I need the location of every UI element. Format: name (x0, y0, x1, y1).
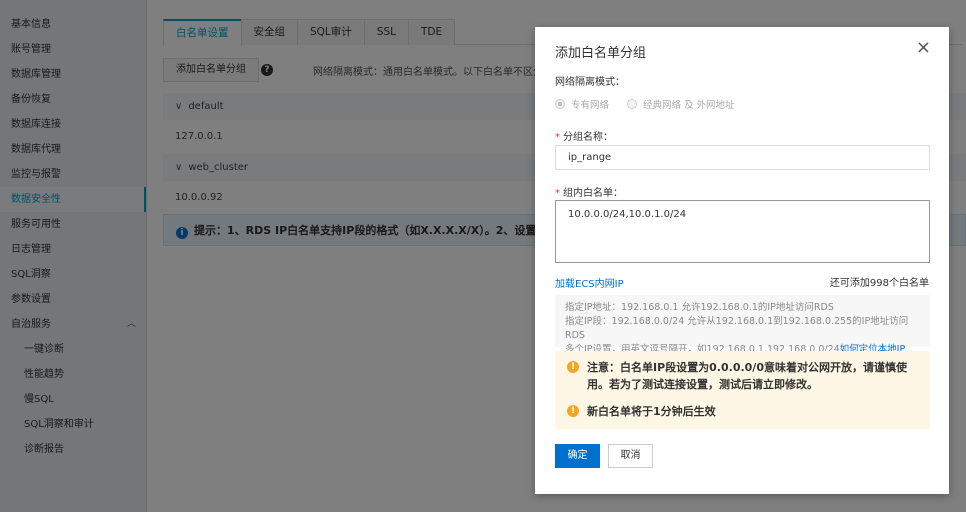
radio-vpc-label: 专有网络 (571, 100, 610, 111)
whitelist-label: * 组内白名单： (555, 188, 623, 199)
radio-classic[interactable] (627, 99, 638, 109)
remaining-count-text: 还可添加998个白名单 (829, 278, 929, 289)
load-ecs-ip-link[interactable]: 加载ECS内网IP (555, 275, 624, 290)
dialog-title: 添加白名单分组 (555, 46, 647, 61)
hint-line: 指定IP地址：192.168.0.1 允许192.168.0.1的IP地址访问R… (565, 302, 834, 313)
radio-vpc[interactable] (555, 99, 565, 109)
whitelist-textarea[interactable]: 10.0.0.0/24,10.0.1.0/24 (555, 200, 930, 263)
warning-text-effective: 新白名单将于1分钟后生效 (587, 405, 716, 418)
hint-line: 指定IP段：192.168.0.0/24 允许从192.168.0.1到192.… (565, 316, 909, 341)
warning-text-open-public: 注意：白名单IP段设置为0.0.0.0/0意味着对公网开放，请谨慎使用。若为了测… (587, 361, 907, 391)
close-icon[interactable]: × (916, 39, 931, 57)
network-mode-label: 网络隔离模式： (555, 77, 625, 88)
ip-hint-box: 指定IP地址：192.168.0.1 允许192.168.0.1的IP地址访问R… (555, 295, 930, 355)
network-mode-radio-group: 专有网络 经典网络 及 外网地址 (555, 97, 735, 111)
group-name-label: * 分组名称： (555, 132, 613, 143)
radio-classic-label: 经典网络 及 外网地址 (643, 100, 735, 111)
cancel-button[interactable]: 取消 (608, 444, 653, 468)
warning-icon: ! (567, 361, 579, 373)
confirm-button[interactable]: 确定 (555, 444, 600, 468)
group-name-input[interactable]: ip_range (555, 145, 930, 170)
add-whitelist-dialog: 添加白名单分组 × 网络隔离模式： 专有网络 经典网络 及 外网地址 * 分组名称… (535, 27, 949, 494)
warning-icon: ! (567, 405, 579, 417)
warning-box: ! 注意：白名单IP段设置为0.0.0.0/0意味着对公网开放，请谨慎使用。若为… (555, 351, 930, 429)
